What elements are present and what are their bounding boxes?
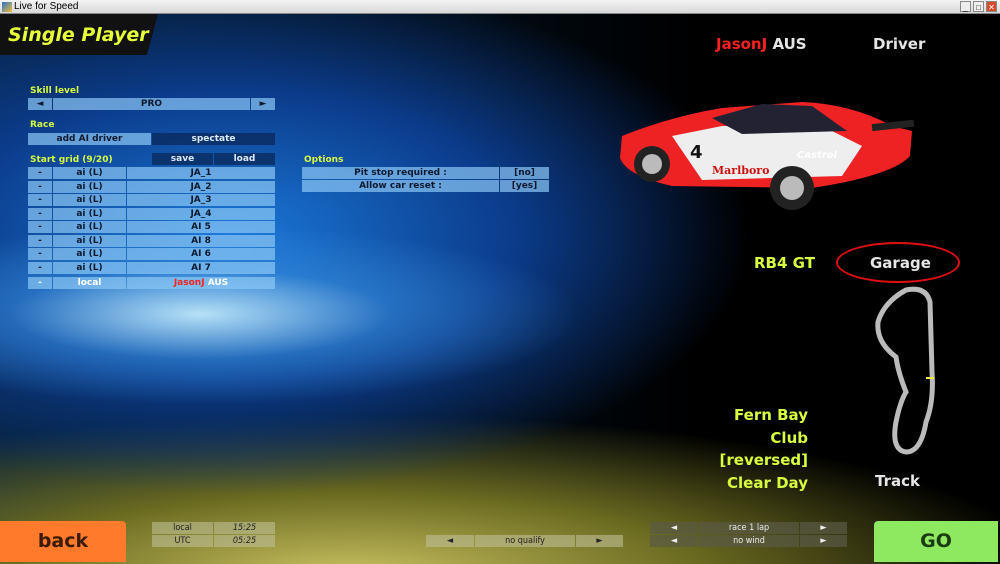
driver-name: JasonJ <box>716 35 768 53</box>
remove-driver-button[interactable]: - <box>28 221 52 233</box>
wind-value[interactable]: no wind <box>699 535 799 547</box>
driver-type[interactable]: ai (L) <box>53 167 126 179</box>
remove-driver-button[interactable]: - <box>28 261 52 274</box>
driver-display: JasonJ AUS <box>716 35 807 53</box>
race-laps-value[interactable]: race 1 lap <box>699 522 799 534</box>
race-label: Race <box>30 120 55 130</box>
qualify-next-button[interactable]: ► <box>576 535 623 547</box>
load-grid-button[interactable]: load <box>214 153 275 165</box>
remove-driver-button[interactable]: - <box>28 234 52 247</box>
driver-type[interactable]: ai (L) <box>53 248 126 260</box>
qualify-prev-button[interactable]: ◄ <box>426 535 474 547</box>
wind-next-button[interactable]: ► <box>800 535 847 547</box>
options-label: Options <box>304 155 344 165</box>
driver-name[interactable]: AI 6 <box>127 248 275 260</box>
skill-prev-button[interactable]: ◄ <box>28 98 52 110</box>
driver-type[interactable]: ai (L) <box>53 234 126 247</box>
race-laps-next-button[interactable]: ► <box>800 522 847 534</box>
driver-type[interactable]: local <box>53 277 126 289</box>
option-car-reset-value[interactable]: [yes] <box>500 180 549 192</box>
page-title: Single Player <box>0 14 158 55</box>
utc-time-label: UTC <box>152 535 213 547</box>
driver-type[interactable]: ai (L) <box>53 261 126 274</box>
skill-level-label: Skill level <box>30 86 80 96</box>
back-button[interactable]: back <box>0 521 126 562</box>
driver-name[interactable]: AI 7 <box>127 261 275 274</box>
local-time-label: local <box>152 522 213 534</box>
track-button[interactable]: Track <box>875 472 920 490</box>
driver-type[interactable]: ai (L) <box>53 207 126 220</box>
driver-name[interactable]: JA_3 <box>127 194 275 206</box>
driver-name[interactable]: JA_1 <box>127 167 275 179</box>
start-grid-label: Start grid (9/20) <box>30 155 113 165</box>
close-button[interactable]: ✕ <box>986 1 997 12</box>
car-sponsor: Castrol <box>797 150 838 161</box>
window-title: Live for Speed <box>14 1 79 12</box>
car-livery-text: Marlboro <box>712 164 769 177</box>
driver-name[interactable]: JA_4 <box>127 207 275 220</box>
local-driver-name: JasonJ <box>173 278 205 288</box>
track-weather: Clear Day <box>727 474 808 493</box>
maximize-button[interactable]: □ <box>973 1 984 12</box>
app-icon <box>2 2 12 12</box>
driver-type[interactable]: ai (L) <box>53 194 126 206</box>
garage-button[interactable]: Garage <box>870 254 931 272</box>
track-config: Club <box>770 428 808 447</box>
remove-driver-button[interactable]: - <box>28 167 52 179</box>
skill-next-button[interactable]: ► <box>251 98 275 110</box>
remove-driver-button[interactable]: - <box>28 248 52 260</box>
qualify-value[interactable]: no qualify <box>475 535 575 547</box>
car-preview-image[interactable]: 4 Marlboro Castrol <box>612 96 922 216</box>
option-pit-stop-label[interactable]: Pit stop required : <box>302 167 499 179</box>
remove-driver-button[interactable]: - <box>28 180 52 193</box>
option-pit-stop-value[interactable]: [no] <box>500 167 549 179</box>
option-car-reset-label[interactable]: Allow car reset : <box>302 180 499 192</box>
driver-name[interactable]: JasonJ AUS <box>127 277 275 289</box>
utc-time: 05:25 <box>214 535 275 547</box>
car-number: 4 <box>690 142 703 163</box>
wind-prev-button[interactable]: ◄ <box>650 535 698 547</box>
local-driver-country: AUS <box>207 278 229 288</box>
track-name: Fern Bay <box>734 406 808 424</box>
local-time: 15:25 <box>214 522 275 534</box>
car-name: RB4 GT <box>754 254 815 272</box>
remove-driver-button[interactable]: - <box>28 207 52 220</box>
title-bar: Live for Speed _ □ ✕ <box>0 0 1000 14</box>
skill-value[interactable]: PRO <box>53 98 250 110</box>
remove-driver-button[interactable]: - <box>28 277 52 289</box>
driver-type[interactable]: ai (L) <box>53 180 126 193</box>
add-ai-driver-button[interactable]: add AI driver <box>28 133 151 145</box>
track-info: Fern Bay Club [reversed] Clear Day <box>720 404 808 495</box>
driver-type[interactable]: ai (L) <box>53 221 126 233</box>
driver-country: AUS <box>772 35 807 53</box>
driver-name[interactable]: AI 5 <box>127 221 275 233</box>
track-direction: [reversed] <box>719 451 808 470</box>
driver-button[interactable]: Driver <box>873 35 925 53</box>
minimize-button[interactable]: _ <box>960 1 971 12</box>
go-button[interactable]: GO <box>874 521 998 562</box>
spectate-button[interactable]: spectate <box>152 133 275 145</box>
driver-name[interactable]: AI 8 <box>127 234 275 247</box>
remove-driver-button[interactable]: - <box>28 194 52 206</box>
save-grid-button[interactable]: save <box>152 153 213 165</box>
race-laps-prev-button[interactable]: ◄ <box>650 522 698 534</box>
driver-name[interactable]: JA_2 <box>127 180 275 193</box>
track-map-image[interactable] <box>866 282 946 462</box>
